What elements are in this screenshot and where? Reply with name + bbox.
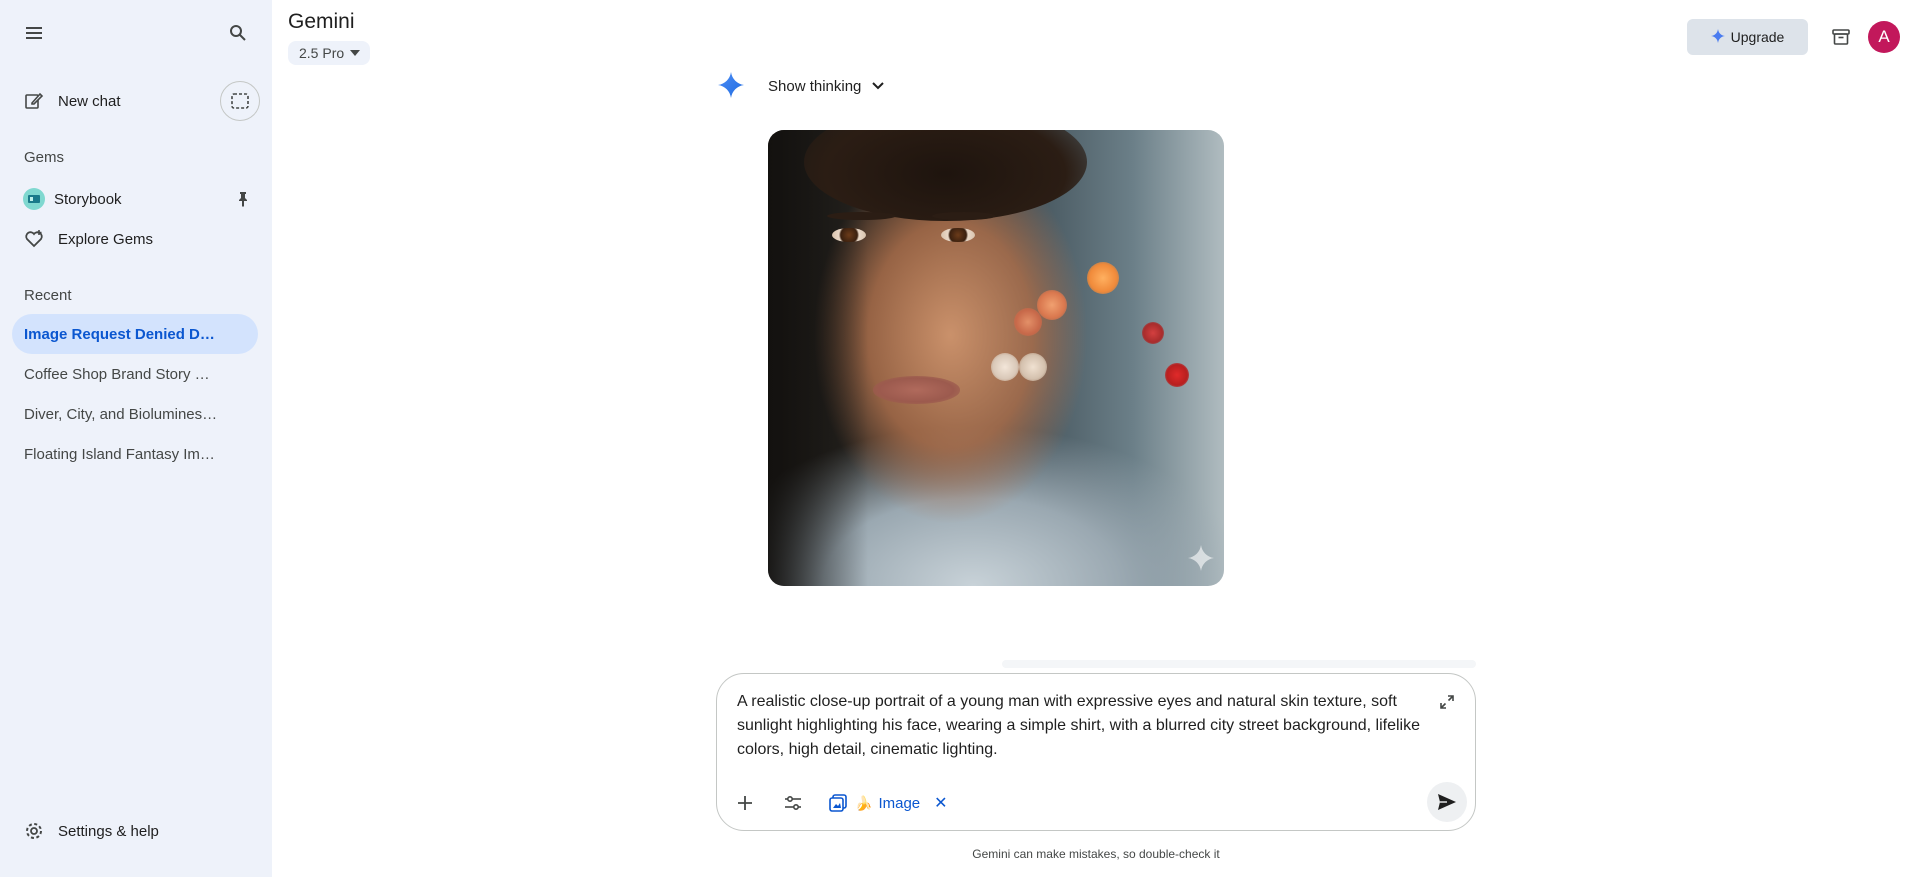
- add-attachment-button[interactable]: [729, 787, 761, 819]
- explore-gems-button[interactable]: Explore Gems: [12, 219, 258, 259]
- book-icon: [16, 188, 52, 210]
- gems-section-title: Gems: [24, 149, 65, 166]
- composer-shadow: [1002, 660, 1476, 668]
- recent-chat-label: Image Request Denied Due...: [24, 325, 218, 343]
- main-menu-button[interactable]: [15, 13, 55, 53]
- prompt-input[interactable]: A realistic close-up portrait of a young…: [737, 690, 1427, 762]
- recent-section-title: Recent: [24, 287, 72, 304]
- bokeh-light: [1014, 307, 1043, 336]
- image-eye: [831, 228, 866, 243]
- upgrade-label: Upgrade: [1730, 29, 1785, 45]
- image-lips: [872, 376, 960, 404]
- banana-icon: 🍌: [855, 794, 873, 811]
- sidebar: New chat Gems Storybook Explore Gems Rec…: [0, 0, 272, 877]
- explore-gems-label: Explore Gems: [58, 230, 154, 248]
- edit-icon: [16, 91, 52, 111]
- recent-chat-item[interactable]: Image Request Denied Due...: [12, 314, 258, 354]
- archive-button[interactable]: [1821, 17, 1861, 57]
- search-button[interactable]: [218, 13, 258, 53]
- chevron-down-icon: [871, 78, 885, 95]
- recent-chat-item[interactable]: Floating Island Fantasy Ima...: [12, 434, 258, 474]
- settings-help-button[interactable]: Settings & help: [12, 811, 258, 851]
- recent-chat-item[interactable]: Diver, City, and Bioluminesc...: [12, 394, 258, 434]
- image-tool-chip[interactable]: 🍌 Image ✕: [829, 787, 948, 819]
- image-brow: [827, 212, 896, 221]
- plus-icon: [738, 796, 752, 810]
- image-tool-icon: [829, 794, 847, 812]
- new-chat-label: New chat: [58, 92, 121, 110]
- bokeh-light: [1141, 321, 1164, 344]
- show-thinking-toggle[interactable]: Show thinking: [768, 74, 885, 98]
- recent-chat-label: Floating Island Fantasy Ima...: [24, 445, 218, 463]
- bokeh-light: [1087, 262, 1120, 295]
- pin-icon[interactable]: [236, 191, 250, 211]
- caret-down-icon: [350, 50, 361, 56]
- gem-item-storybook[interactable]: Storybook: [12, 179, 258, 219]
- upgrade-button[interactable]: Upgrade: [1687, 19, 1808, 55]
- model-selector[interactable]: 2.5 Pro: [288, 41, 371, 65]
- bokeh-light: [1037, 289, 1068, 320]
- bokeh-light: [1018, 353, 1047, 382]
- send-button[interactable]: [1427, 782, 1467, 822]
- recent-chat-item[interactable]: Coffee Shop Brand Story Vi...: [12, 354, 258, 394]
- generated-portrait-image[interactable]: [768, 130, 1224, 586]
- disclaimer-text: Gemini can make mistakes, so double-chec…: [972, 847, 1220, 861]
- recent-chat-label: Coffee Shop Brand Story Vi...: [24, 365, 218, 383]
- gem-item-label: Storybook: [54, 190, 122, 208]
- send-icon: [1438, 794, 1456, 810]
- settings-help-label: Settings & help: [58, 822, 159, 840]
- expand-input-button[interactable]: [1435, 690, 1459, 714]
- close-icon[interactable]: ✕: [934, 793, 947, 813]
- recent-chat-label: Diver, City, and Bioluminesc...: [24, 405, 218, 423]
- tools-button[interactable]: [777, 787, 809, 819]
- archive-icon: [1832, 29, 1850, 45]
- ai-watermark-icon: [1188, 545, 1214, 576]
- gear-icon: [16, 821, 52, 841]
- app-title: Gemini: [288, 10, 355, 33]
- explore-gems-icon: [16, 229, 52, 249]
- tools-sliders-icon: [785, 795, 801, 811]
- prompt-composer[interactable]: A realistic close-up portrait of a young…: [716, 673, 1476, 831]
- bokeh-light: [1164, 362, 1189, 387]
- image-eye: [941, 228, 976, 243]
- avatar[interactable]: A: [1868, 21, 1900, 53]
- temporary-chat-button[interactable]: [220, 81, 260, 121]
- search-icon: [230, 25, 246, 41]
- gemini-spark-icon: [718, 72, 744, 103]
- image-chip-label: Image: [878, 794, 921, 812]
- temporary-chat-icon: [231, 93, 249, 109]
- show-thinking-label: Show thinking: [768, 77, 862, 95]
- sparkle-icon: [1710, 28, 1725, 46]
- model-label: 2.5 Pro: [299, 45, 345, 61]
- bokeh-light: [991, 353, 1020, 382]
- new-chat-button[interactable]: New chat: [12, 81, 208, 121]
- image-brow: [932, 212, 996, 221]
- hamburger-menu-icon: [26, 27, 42, 39]
- expand-icon: [1440, 695, 1454, 709]
